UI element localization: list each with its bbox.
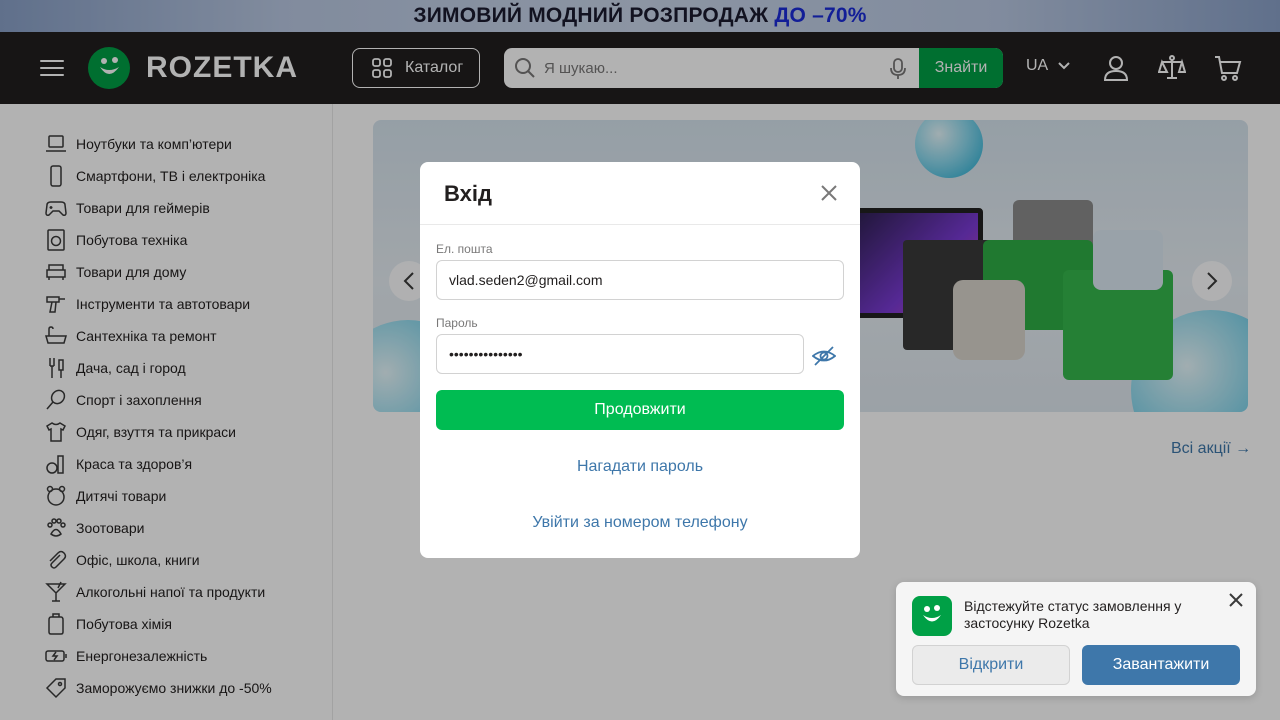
modal-title: Вхід: [444, 181, 492, 206]
phone-login-link[interactable]: Увійти за номером телефону: [420, 514, 860, 532]
download-app-button[interactable]: Завантажити: [1082, 645, 1240, 685]
password-label: Пароль: [436, 316, 478, 330]
close-icon[interactable]: [1226, 590, 1246, 610]
login-modal: Вхід Ел. пошта Пароль Продовжити Нагадат…: [420, 162, 860, 558]
rozetka-app-icon: [912, 596, 952, 636]
app-promo-toast: Відстежуйте статус замовлення у застосун…: [896, 582, 1256, 696]
email-field[interactable]: [436, 260, 844, 300]
forgot-password-link[interactable]: Нагадати пароль: [420, 458, 860, 476]
toast-message: Відстежуйте статус замовлення у застосун…: [964, 598, 1182, 631]
email-label: Ел. пошта: [436, 242, 493, 256]
password-field[interactable]: [436, 334, 804, 374]
continue-button[interactable]: Продовжити: [436, 390, 844, 430]
open-app-button[interactable]: Відкрити: [912, 645, 1070, 685]
close-icon[interactable]: [818, 182, 840, 204]
modal-header: Вхід: [420, 162, 860, 225]
toggle-password-visibility-icon[interactable]: [812, 344, 836, 368]
